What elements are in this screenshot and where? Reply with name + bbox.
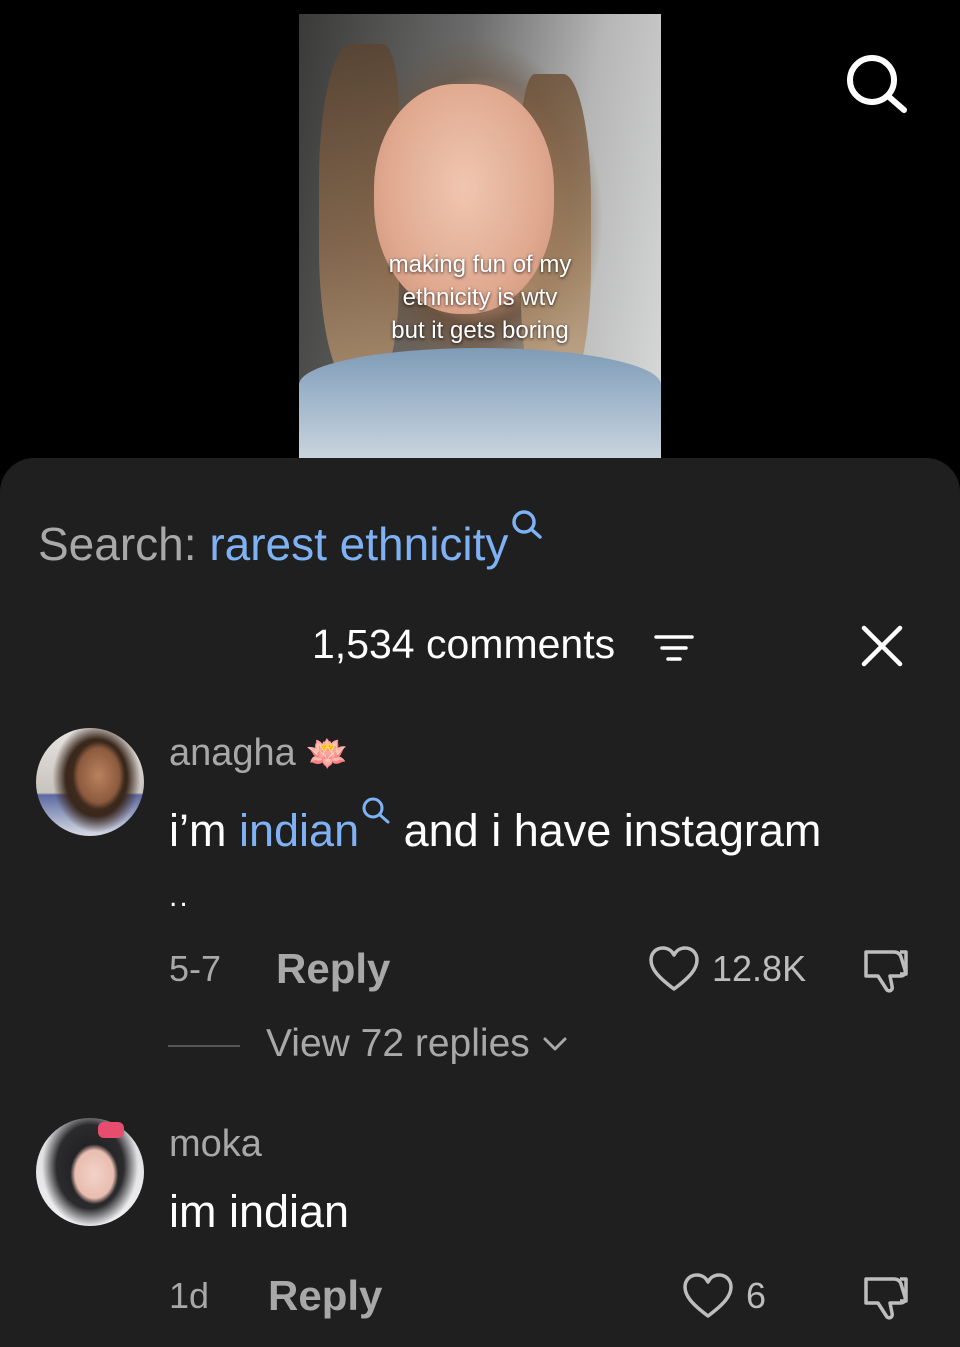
overlay-line-3: but it gets boring [391,317,569,344]
comment-text: i’m indian and i have instagram [169,796,821,858]
filter-icon[interactable] [654,632,694,664]
comment-date: 1d [169,1275,210,1316]
overlay-line-1: making fun of my [388,251,572,278]
avatar[interactable] [36,1118,144,1226]
search-suggestion[interactable]: Search: rarest ethnicity [38,508,544,570]
search-query-link[interactable]: rarest ethnicity [209,518,508,570]
search-small-icon [512,510,543,539]
comment-text-part: and i have instagram [403,805,822,856]
heart-icon[interactable] [648,945,700,993]
comment-search-link[interactable]: indian [239,805,359,856]
video-overlay-text: making fun of my ethnicity is wtv but it… [299,248,661,347]
heart-icon[interactable] [682,1272,734,1320]
thumbs-down-icon[interactable] [860,944,912,996]
view-replies-label: View 72 replies [266,1022,530,1065]
like-count: 6 [746,1275,767,1316]
search-icon[interactable] [840,52,910,114]
like-count: 12.8K [712,948,807,989]
thumbs-down-icon[interactable] [860,1271,912,1323]
overlay-line-2: ethnicity is wtv [402,284,558,311]
search-label: Search: [38,518,197,570]
close-icon[interactable] [860,624,904,668]
search-small-icon [362,797,390,824]
view-replies-button[interactable]: View 72 replies [266,1020,569,1068]
username-text: anagha [169,732,296,774]
avatar[interactable] [36,728,144,836]
comment-date: 5-7 [169,948,222,989]
video-preview[interactable]: making fun of my ethnicity is wtv but it… [299,14,661,458]
reply-button[interactable]: Reply [268,1272,382,1320]
chevron-down-icon [543,1037,567,1051]
comment-username[interactable]: moka [169,1122,262,1166]
avatar-bow [98,1122,124,1138]
comment-text: im indian [169,1186,350,1237]
comment-text-line2: .. [169,880,190,913]
comment-count: 1,534 comments [312,621,616,667]
comment-text-part: i’m [169,805,227,856]
video-shirt [299,348,661,458]
reply-button[interactable]: Reply [276,945,390,993]
lotus-emoji: 🪷 [306,735,349,773]
comment-username[interactable]: anagha 🪷 [169,731,349,776]
comments-sheet [0,458,960,1347]
replies-divider [168,1045,240,1047]
comments-header: 1,534 comments [0,618,960,672]
